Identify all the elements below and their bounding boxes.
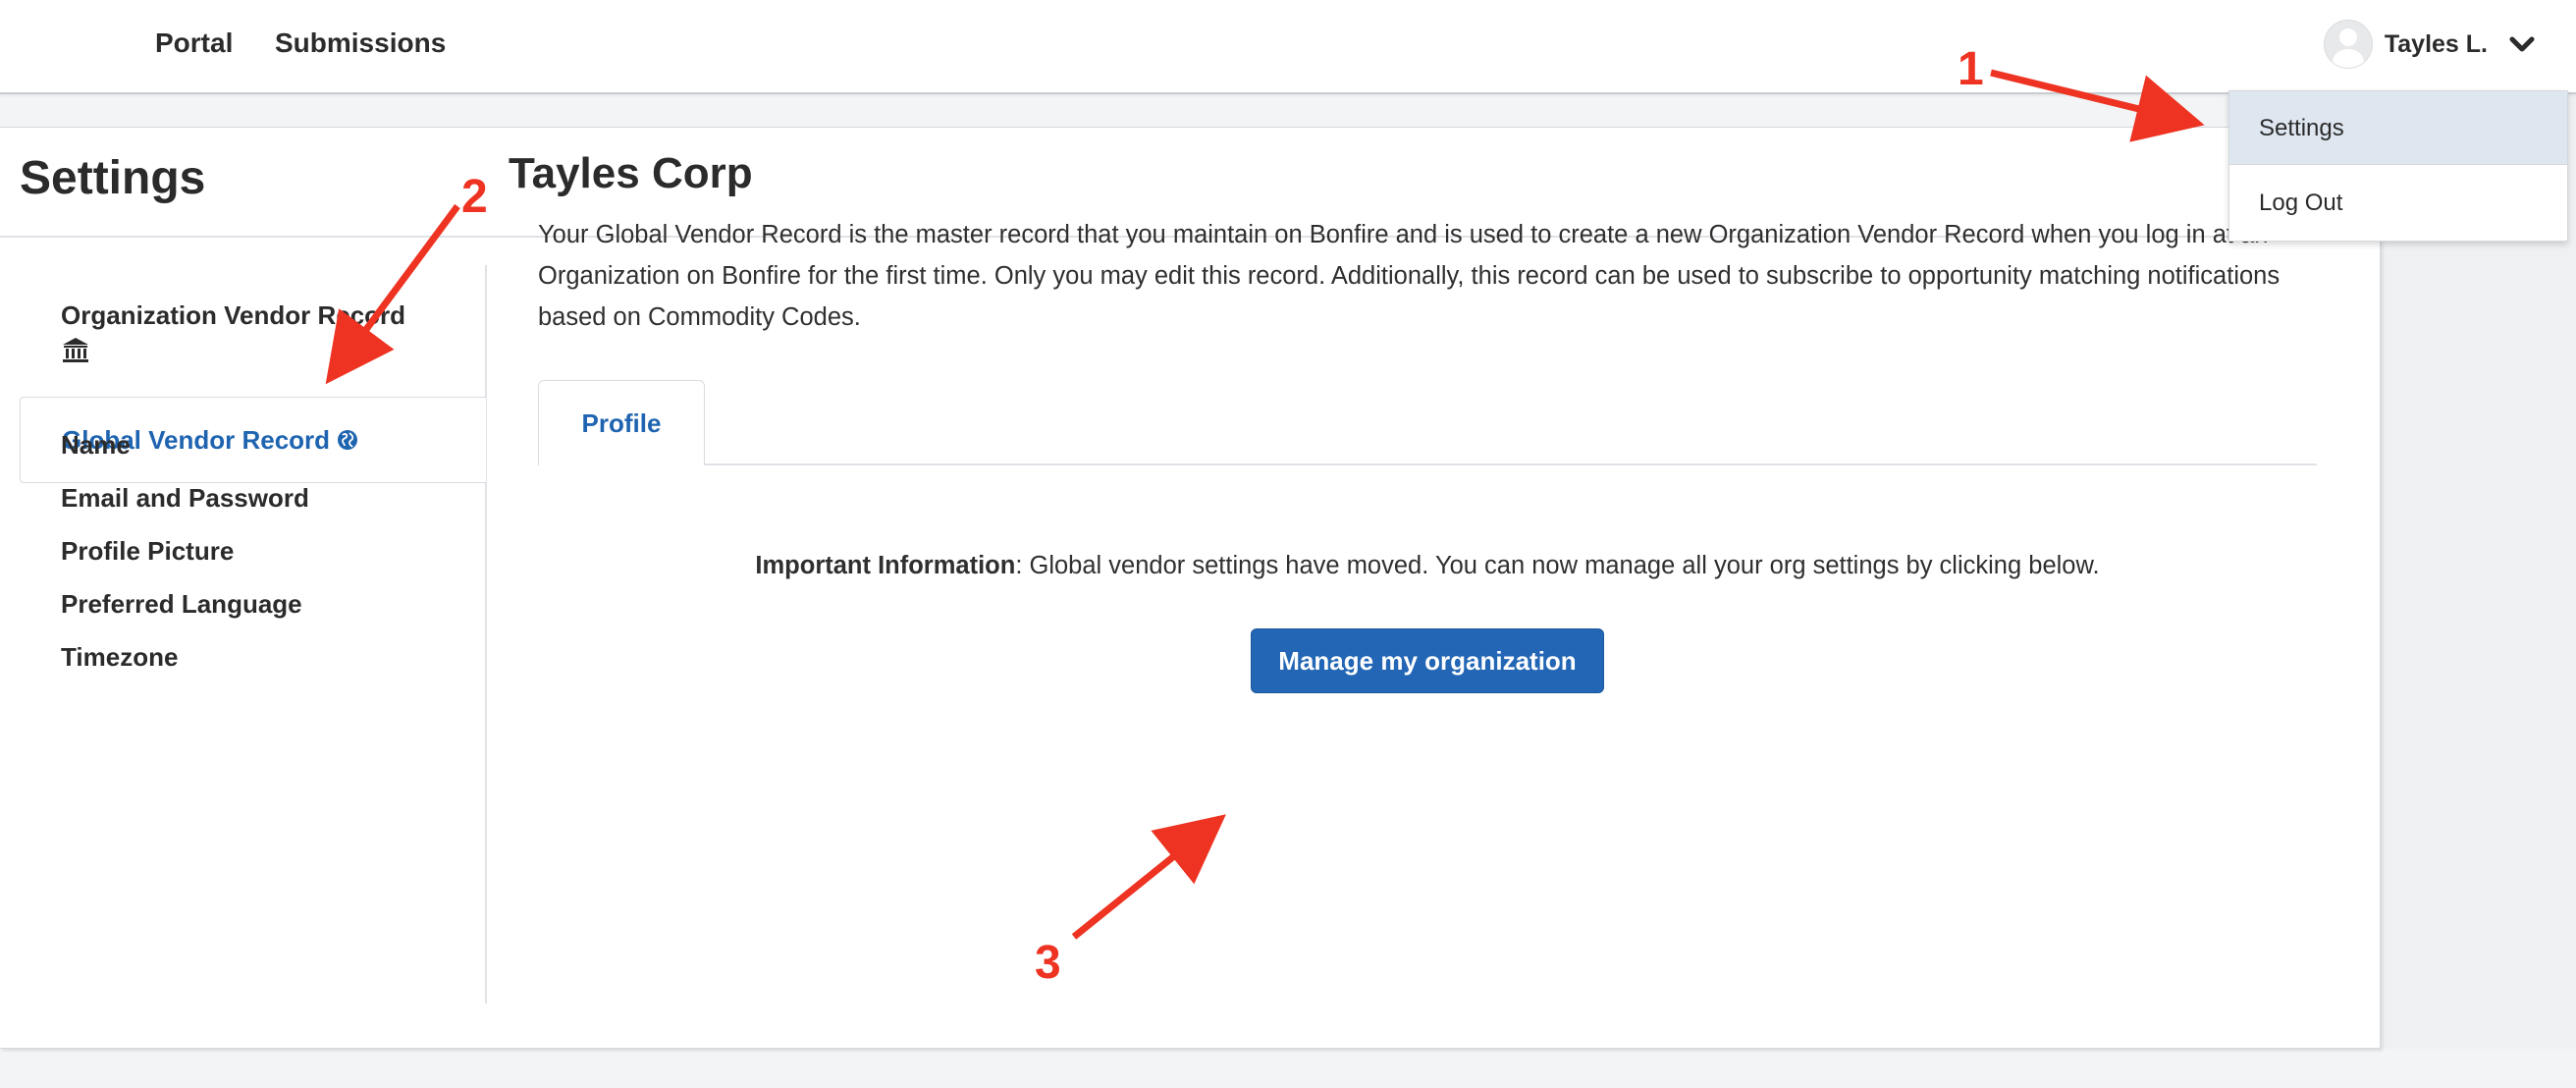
- dropdown-item-settings[interactable]: Settings: [2229, 91, 2567, 165]
- tab-profile[interactable]: Profile: [538, 380, 705, 465]
- dropdown-item-label: Settings: [2259, 115, 2344, 141]
- tab-bar-divider: [538, 463, 2317, 465]
- bottom-gutter: [0, 1049, 2576, 1088]
- dropdown-item-logout[interactable]: Log Out: [2229, 166, 2567, 239]
- top-navbar: Portal Submissions Tayles L.: [0, 0, 2576, 94]
- sidebar-item-timezone[interactable]: Timezone: [61, 642, 178, 673]
- sidebar-item-organization-vendor-record[interactable]: Organization Vendor Record: [61, 300, 405, 331]
- user-menu-toggle[interactable]: Tayles L.: [2323, 20, 2537, 69]
- organization-title: Tayles Corp: [509, 149, 753, 197]
- chevron-down-icon[interactable]: [2507, 29, 2537, 59]
- nav-portal-link[interactable]: Portal: [155, 27, 233, 59]
- settings-sidebar: Organization Vendor Record Global Vendor…: [0, 265, 487, 1004]
- nav-submissions-link[interactable]: Submissions: [275, 27, 446, 59]
- bank-icon: [63, 338, 88, 362]
- globe-icon: [338, 430, 358, 450]
- sidebar-item-name[interactable]: Name: [61, 430, 131, 461]
- vendor-record-description: Your Global Vendor Record is the master …: [538, 221, 2281, 331]
- sidebar-item-preferred-language[interactable]: Preferred Language: [61, 589, 302, 620]
- user-dropdown-menu: Settings Log Out: [2228, 90, 2568, 242]
- dropdown-item-label: Log Out: [2259, 190, 2343, 216]
- page-title: Settings: [20, 152, 206, 204]
- important-information-message: : Global vendor settings have moved. You…: [1015, 552, 2100, 579]
- important-information-label: Important Information: [755, 552, 1016, 579]
- sidebar-item-profile-picture[interactable]: Profile Picture: [61, 536, 234, 567]
- important-information-text: Important Information: Global vendor set…: [538, 552, 2317, 580]
- user-name: Tayles L.: [2384, 29, 2488, 58]
- manage-organization-button[interactable]: Manage my organization: [1251, 628, 1604, 693]
- user-avatar-icon: [2323, 20, 2373, 69]
- tab-label: Profile: [581, 408, 662, 438]
- sidebar-item-email-password[interactable]: Email and Password: [61, 483, 309, 514]
